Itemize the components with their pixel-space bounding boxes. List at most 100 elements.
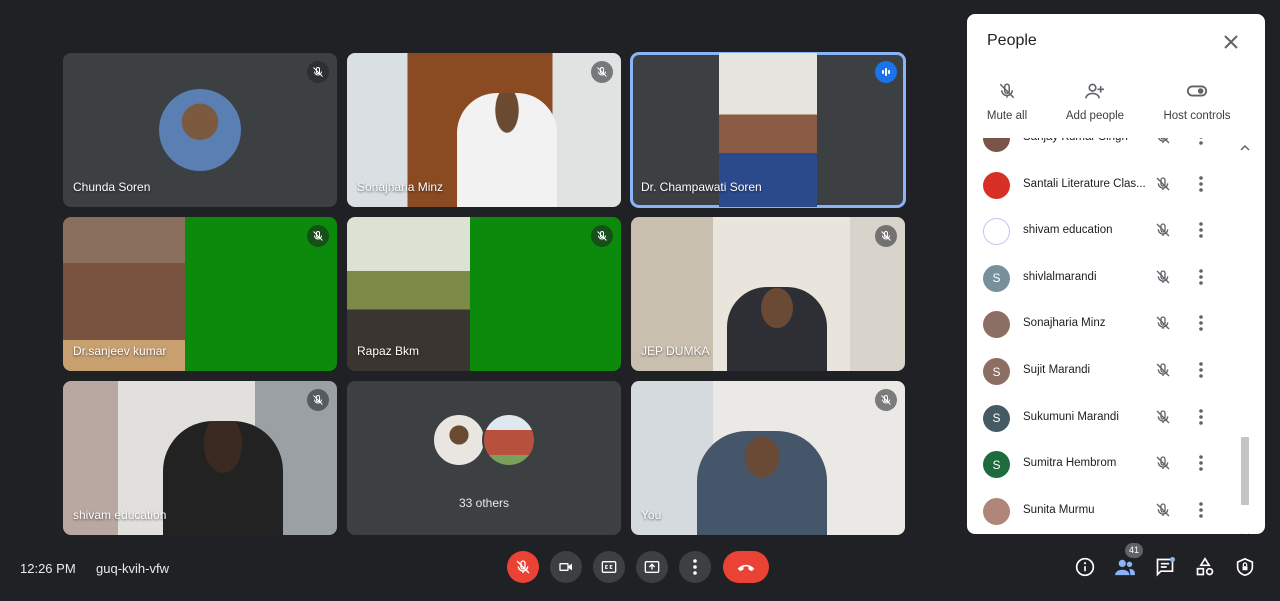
mic-off-icon xyxy=(591,61,613,83)
participant-name: Dr.sanjeev kumar xyxy=(73,344,167,358)
more-vert-icon[interactable] xyxy=(1199,455,1203,476)
participant-row[interactable]: S Sukumuni Marandi xyxy=(967,396,1241,442)
camera-toggle-button[interactable] xyxy=(550,551,582,583)
more-vert-icon[interactable] xyxy=(1199,138,1203,150)
mic-off-icon[interactable] xyxy=(1155,269,1171,290)
participant-row[interactable]: Sonajharia Minz xyxy=(967,302,1241,348)
participant-row[interactable]: Sunita Murmu xyxy=(967,489,1241,534)
mic-off-icon[interactable] xyxy=(1155,362,1171,383)
participant-tile-sanjeev-kumar[interactable]: Dr.sanjeev kumar xyxy=(63,217,337,371)
host-controls-button[interactable]: Host controls xyxy=(1159,82,1235,122)
participant-tile-chunda-soren[interactable]: Chunda Soren xyxy=(63,53,337,207)
add-people-button[interactable]: Add people xyxy=(1061,82,1129,122)
host-controls-button-bottom[interactable] xyxy=(1234,556,1256,578)
participant-row[interactable]: S Sumitra Hembrom xyxy=(967,442,1241,488)
more-vert-icon[interactable] xyxy=(1199,222,1203,243)
close-icon[interactable] xyxy=(1221,32,1241,52)
call-end-icon xyxy=(737,564,755,572)
mic-off-icon[interactable] xyxy=(1155,138,1171,150)
mic-off-icon xyxy=(591,225,613,247)
mic-off-icon[interactable] xyxy=(1155,502,1171,523)
mic-off-icon[interactable] xyxy=(1155,455,1171,476)
participant-avatar: S xyxy=(983,264,1010,292)
participant-figure xyxy=(457,93,557,207)
participant-avatar xyxy=(159,89,241,171)
participant-tile-sonajharia-minz[interactable]: Sonajharia Minz xyxy=(347,53,621,207)
participant-avatar xyxy=(983,138,1010,152)
mic-off-icon xyxy=(516,560,530,574)
participant-name: JEP DUMKA xyxy=(641,344,710,358)
mute-all-button[interactable]: Mute all xyxy=(981,82,1033,122)
participant-row-name: Sunita Murmu xyxy=(1023,503,1095,516)
participant-tile-jep-dumka[interactable]: JEP DUMKA xyxy=(631,217,905,371)
meeting-code[interactable]: guq-kvih-vfw xyxy=(96,561,169,576)
others-avatar xyxy=(482,413,536,467)
participant-list[interactable]: Sanjay Kumar Singh Santali Literature Cla… xyxy=(967,138,1241,534)
participant-row[interactable]: Santali Literature Clas... xyxy=(967,163,1241,209)
participant-avatar: S xyxy=(983,358,1010,385)
participant-name: Rapaz Bkm xyxy=(357,344,420,358)
participant-figure xyxy=(727,287,827,371)
mic-off-icon xyxy=(875,389,897,411)
participant-row-name: Sujit Marandi xyxy=(1023,364,1091,376)
participant-tile-rapaz-bkm[interactable]: Rapaz Bkm xyxy=(347,217,621,371)
scrollbar-thumb[interactable] xyxy=(1241,437,1249,505)
leave-call-button[interactable] xyxy=(723,551,769,583)
participant-row-name: shivlalmarandi xyxy=(1023,270,1097,283)
show-everyone-button[interactable] xyxy=(1114,556,1136,578)
more-options-button[interactable] xyxy=(679,551,711,583)
more-vert-icon[interactable] xyxy=(1199,408,1203,430)
participant-row[interactable]: Sanjay Kumar Singh xyxy=(967,138,1241,162)
meeting-details-button[interactable] xyxy=(1074,556,1096,578)
mic-off-icon xyxy=(999,83,1015,99)
participant-avatar xyxy=(983,171,1010,199)
captions-button[interactable] xyxy=(593,551,625,583)
participant-tile-champawati-soren[interactable]: Dr. Champawati Soren xyxy=(630,52,906,208)
chat-button[interactable] xyxy=(1154,556,1176,578)
mic-off-icon xyxy=(875,225,897,247)
more-vert-icon xyxy=(693,559,697,575)
participant-row[interactable]: Sshivlalmarandi xyxy=(967,256,1241,302)
participant-row-name: shivam education xyxy=(1023,224,1113,237)
present-to-all-icon xyxy=(644,561,660,573)
participant-name: shivam education xyxy=(73,508,167,522)
participant-tile-shivam-education[interactable]: shivam education xyxy=(63,381,337,535)
participant-row[interactable]: S Sujit Marandi xyxy=(967,349,1241,395)
clock-time: 12:26 PM xyxy=(20,561,76,576)
participant-avatar xyxy=(983,311,1010,339)
more-vert-icon[interactable] xyxy=(1199,268,1203,290)
add-person-icon xyxy=(1085,83,1104,99)
people-icon xyxy=(1115,559,1135,576)
participant-avatar: S xyxy=(983,451,1010,479)
participant-row-name: Santali Literature Clas... xyxy=(1023,177,1146,190)
videocam-icon xyxy=(559,563,572,571)
participant-name: Dr. Champawati Soren xyxy=(641,180,762,194)
more-vert-icon[interactable] xyxy=(1199,362,1203,383)
activities-button[interactable] xyxy=(1194,556,1216,578)
panel-title: People xyxy=(987,32,1037,49)
participant-figure xyxy=(697,431,827,535)
others-tile[interactable]: 33 others xyxy=(347,381,621,535)
info-icon xyxy=(1075,557,1095,577)
mic-off-icon[interactable] xyxy=(1155,176,1171,197)
participant-row[interactable]: shivam education xyxy=(967,209,1241,255)
add-people-label: Add people xyxy=(1065,110,1125,122)
participant-row-name: Sumitra Hembrom xyxy=(1023,457,1117,470)
more-vert-icon[interactable] xyxy=(1199,501,1203,523)
participant-row-name: Sanjay Kumar Singh xyxy=(1023,138,1147,143)
others-count: 33 others xyxy=(458,496,510,510)
mic-off-icon xyxy=(307,389,329,411)
participant-tile-self[interactable]: You xyxy=(631,381,905,535)
shield-lock-icon xyxy=(1236,557,1254,577)
people-panel: People Mute all Add people Host controls… xyxy=(967,14,1265,534)
chat-icon xyxy=(1156,557,1175,577)
more-vert-icon[interactable] xyxy=(1199,315,1203,336)
mic-off-icon[interactable] xyxy=(1155,222,1171,243)
mic-off-icon[interactable] xyxy=(1155,409,1171,430)
more-vert-icon[interactable] xyxy=(1199,175,1203,197)
participant-avatar: S xyxy=(983,404,1010,432)
present-screen-button[interactable] xyxy=(636,551,668,583)
mic-off-icon[interactable] xyxy=(1155,315,1171,336)
microphone-toggle-button[interactable] xyxy=(507,551,539,583)
others-avatar xyxy=(432,413,486,467)
